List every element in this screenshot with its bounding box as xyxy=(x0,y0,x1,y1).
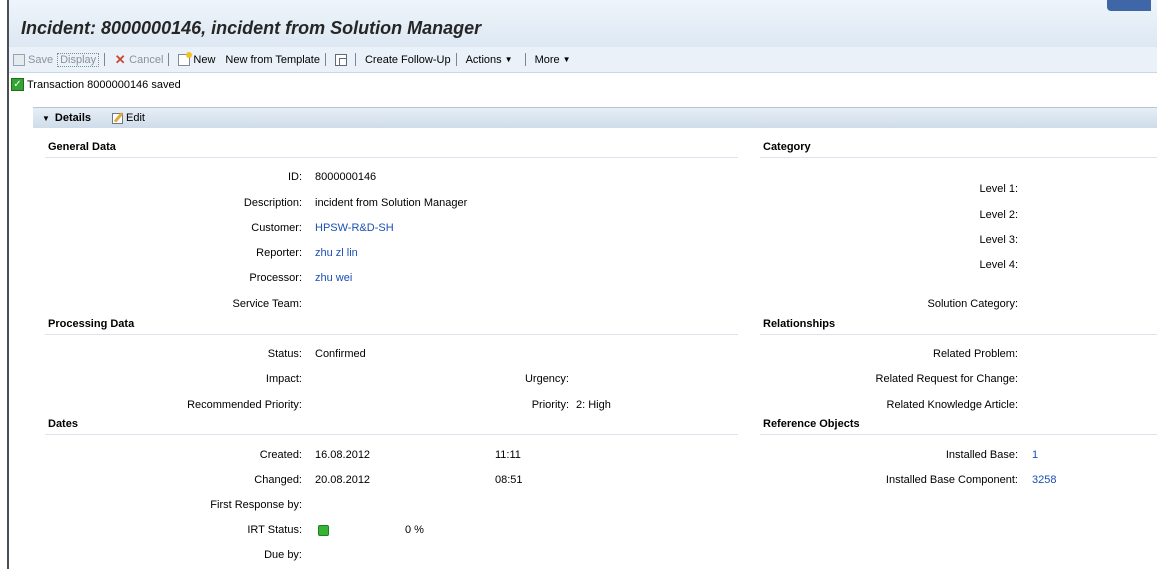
top-right-button[interactable] xyxy=(1107,0,1151,11)
display-button[interactable]: Display xyxy=(57,52,100,67)
edit-icon[interactable] xyxy=(112,112,123,124)
chevron-down-icon: ▼ xyxy=(504,55,513,64)
toolbar-separator xyxy=(524,53,526,66)
related-problem-label: Related Problem: xyxy=(933,348,1018,360)
cancel-label: Cancel xyxy=(129,53,164,66)
installed-base-component-label: Installed Base Component: xyxy=(885,474,1018,486)
related-rfc-label: Related Request for Change: xyxy=(875,373,1018,385)
service-team-label: Service Team: xyxy=(232,298,303,310)
toolbar-separator xyxy=(104,53,106,66)
section-divider xyxy=(760,434,1157,435)
description-value: incident from Solution Manager xyxy=(315,197,468,209)
irt-status-indicator-icon xyxy=(318,525,329,536)
irt-status-label: IRT Status: xyxy=(247,524,302,536)
actions-menu[interactable]: Actions ▼ xyxy=(466,54,513,66)
create-follow-up-label: Create Follow-Up xyxy=(364,53,451,66)
copy-icon xyxy=(334,53,347,66)
level4-label: Level 4: xyxy=(979,259,1018,271)
general-data-heading: General Data xyxy=(48,141,116,153)
edit-link[interactable]: Edit xyxy=(126,112,145,124)
id-value: 8000000146 xyxy=(315,171,377,183)
new-button[interactable]: New xyxy=(178,51,216,66)
created-label: Created: xyxy=(259,449,302,461)
level1-label: Level 1: xyxy=(979,183,1018,195)
status-message-text: Transaction 8000000146 saved xyxy=(27,78,181,91)
level3-label: Level 3: xyxy=(979,234,1018,246)
toolbar-separator xyxy=(354,53,356,66)
more-label: More xyxy=(534,53,560,66)
create-follow-up-button[interactable]: Create Follow-Up xyxy=(365,54,451,66)
toolbar-separator xyxy=(324,53,326,66)
toolbar-separator xyxy=(455,53,457,66)
page-title: Incident: 8000000146, incident from Solu… xyxy=(21,18,482,38)
display-label: Display xyxy=(57,52,100,67)
new-from-template-label: New from Template xyxy=(225,53,320,66)
section-divider xyxy=(45,157,738,158)
dates-heading: Dates xyxy=(48,418,78,430)
page-header: Incident: 8000000146, incident from Solu… xyxy=(9,0,1157,47)
new-from-template-button[interactable]: New from Template xyxy=(225,54,320,66)
relationships-heading: Relationships xyxy=(763,318,836,330)
recommended-priority-label: Recommended Priority: xyxy=(187,399,302,411)
chevron-down-icon: ▼ xyxy=(562,55,571,64)
description-label: Description: xyxy=(243,197,302,209)
processor-link[interactable]: zhu wei xyxy=(315,272,352,284)
cancel-button[interactable]: ✕ Cancel xyxy=(114,51,164,67)
save-button[interactable]: Save xyxy=(13,53,54,66)
details-panel-header: ▼ Details Edit xyxy=(33,107,1157,129)
processor-label: Processor: xyxy=(249,272,302,284)
processing-data-heading: Processing Data xyxy=(48,318,135,330)
section-divider xyxy=(45,334,738,335)
priority-value: 2: High xyxy=(576,399,611,411)
installed-base-component-link[interactable]: 3258 xyxy=(1032,474,1056,486)
changed-label: Changed: xyxy=(254,474,302,486)
save-icon xyxy=(13,53,25,66)
reporter-link[interactable]: zhu zl lin xyxy=(315,247,358,259)
status-value: Confirmed xyxy=(315,348,366,360)
first-response-label: First Response by: xyxy=(210,499,302,511)
details-title: Details xyxy=(54,112,91,124)
urgency-label: Urgency: xyxy=(524,373,569,385)
created-date: 16.08.2012 xyxy=(315,449,371,461)
related-knowledge-article-label: Related Knowledge Article: xyxy=(886,399,1018,411)
copy-button[interactable] xyxy=(334,53,350,66)
section-divider xyxy=(45,434,738,435)
more-menu[interactable]: More ▼ xyxy=(535,54,571,66)
id-label: ID: xyxy=(287,171,302,183)
priority-label: Priority: xyxy=(531,399,569,411)
collapse-triangle-icon[interactable]: ▼ xyxy=(42,114,50,123)
status-label: Status: xyxy=(267,348,302,360)
irt-status-percent: 0 % xyxy=(405,524,424,536)
toolbar: Save Display ✕ Cancel New New from Templ… xyxy=(9,47,1157,73)
success-check-icon: ✓ xyxy=(11,78,24,91)
due-by-label: Due by: xyxy=(264,549,302,561)
actions-label: Actions xyxy=(465,53,502,66)
changed-time: 08:51 xyxy=(495,474,523,486)
solution-category-label: Solution Category: xyxy=(927,298,1019,310)
installed-base-label: Installed Base: xyxy=(945,449,1018,461)
section-divider xyxy=(760,334,1157,335)
category-heading: Category xyxy=(763,141,811,153)
section-divider xyxy=(760,157,1157,158)
save-label: Save xyxy=(28,53,54,66)
status-message: ✓ Transaction 8000000146 saved xyxy=(11,78,181,91)
new-document-icon xyxy=(178,51,193,66)
toolbar-separator xyxy=(168,53,170,66)
created-time: 11:11 xyxy=(495,449,521,461)
customer-label: Customer: xyxy=(251,222,302,234)
reporter-label: Reporter: xyxy=(256,247,302,259)
installed-base-link[interactable]: 1 xyxy=(1032,449,1038,461)
changed-date: 20.08.2012 xyxy=(315,474,371,486)
customer-link[interactable]: HPSW-R&D-SH xyxy=(315,222,394,234)
new-label: New xyxy=(193,53,216,66)
reference-objects-heading: Reference Objects xyxy=(763,418,860,430)
level2-label: Level 2: xyxy=(979,209,1018,221)
impact-label: Impact: xyxy=(265,373,302,385)
cancel-icon: ✕ xyxy=(114,51,126,67)
